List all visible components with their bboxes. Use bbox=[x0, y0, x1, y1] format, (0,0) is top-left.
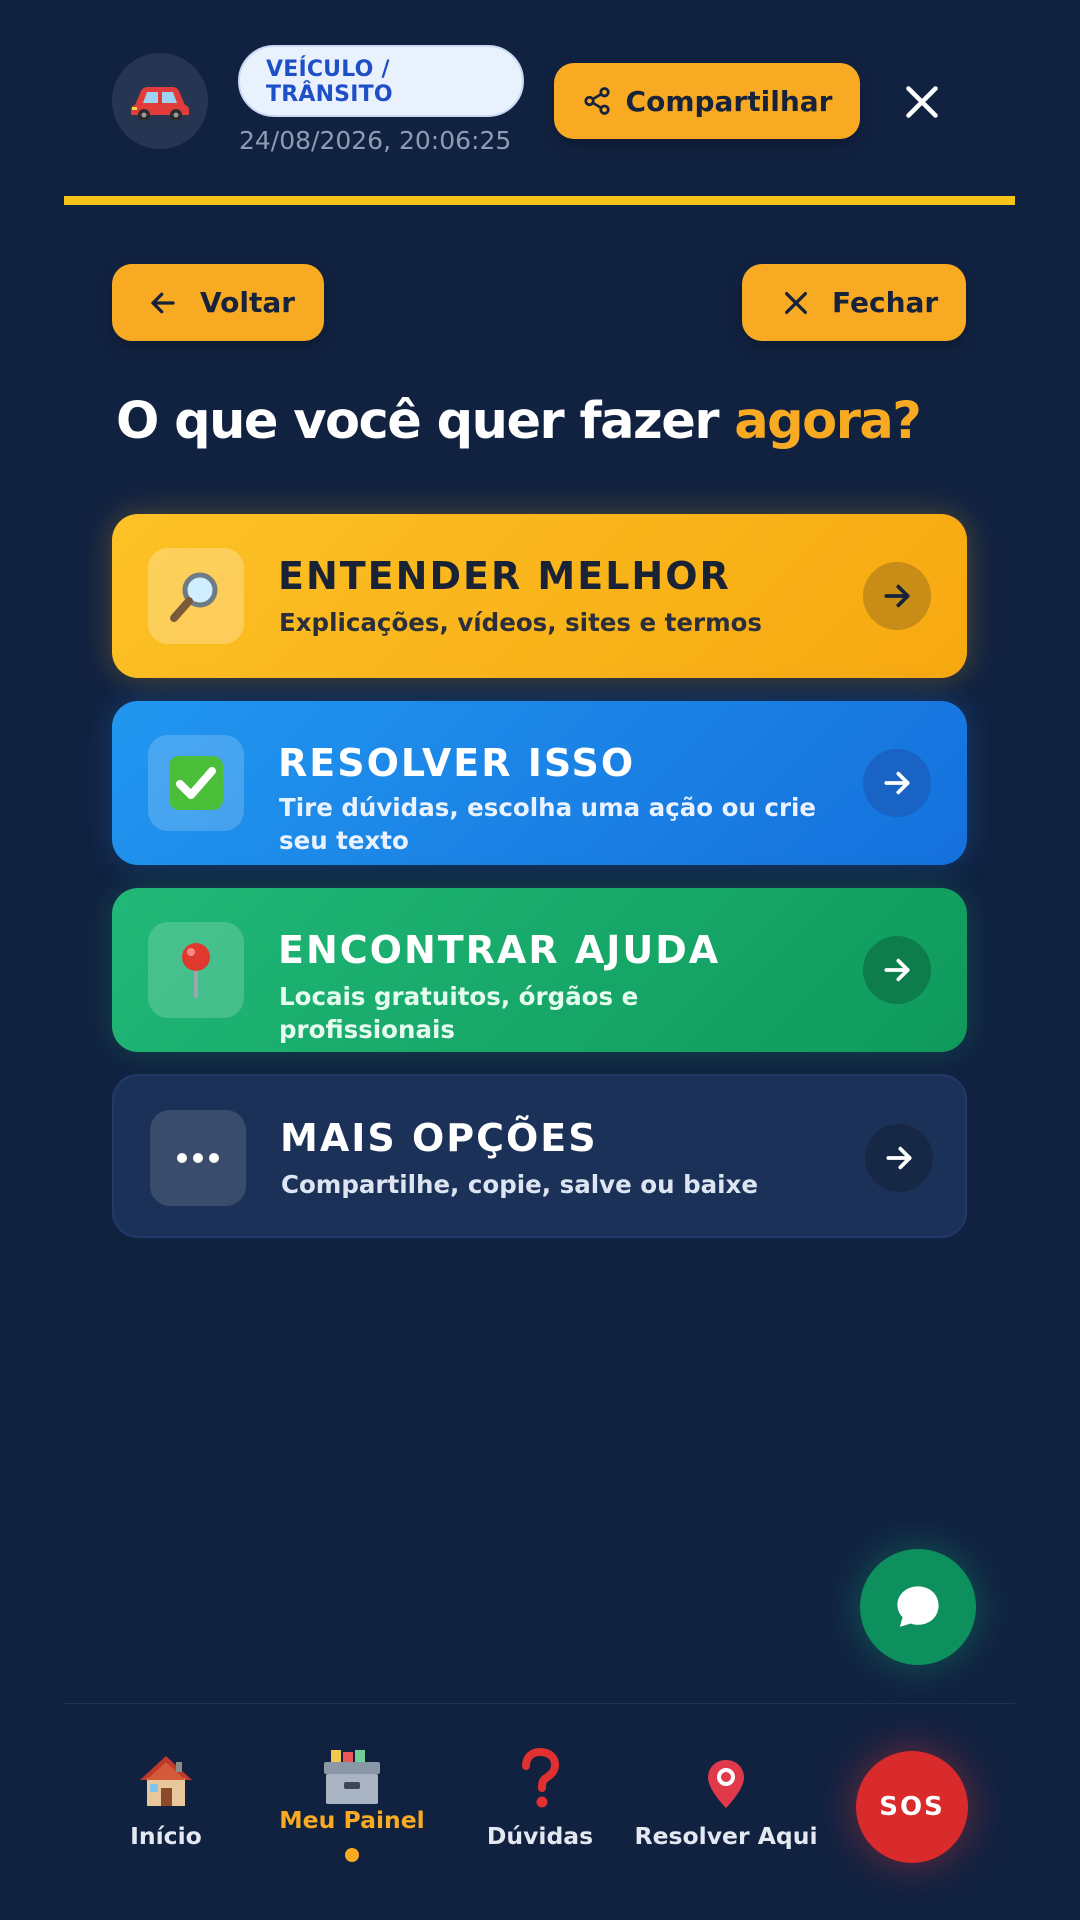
nav-label: Meu Painel bbox=[279, 1806, 425, 1834]
share-icon bbox=[583, 87, 610, 115]
option-find-help[interactable]: ENCONTRAR AJUDA Locais gratuitos, órgãos… bbox=[112, 888, 967, 1052]
page-title: O que você quer fazer agora? bbox=[116, 392, 922, 451]
nav-home[interactable]: Início bbox=[106, 1740, 226, 1870]
page-title-main: O que você quer fazer bbox=[116, 392, 735, 451]
option-understand-better[interactable]: ENTENDER MELHOR Explicações, vídeos, sit… bbox=[112, 514, 967, 678]
category-avatar bbox=[112, 53, 208, 149]
option-subtitle: Compartilhe, copie, salve ou baixe bbox=[281, 1170, 758, 1199]
magnifying-glass-icon bbox=[170, 572, 218, 622]
pin-icon bbox=[182, 943, 210, 998]
back-button-label: Voltar bbox=[200, 286, 296, 319]
option-icon-box bbox=[150, 1110, 246, 1206]
option-more-options[interactable]: MAIS OPÇÕES Compartilhe, copie, salve ou… bbox=[112, 1074, 967, 1238]
arrow-right-icon bbox=[865, 1124, 933, 1192]
option-subtitle: Locais gratuitos, órgãos e profissionais bbox=[279, 982, 639, 1044]
close-icon[interactable] bbox=[904, 84, 940, 120]
header-divider bbox=[64, 196, 1015, 205]
card-file-box-icon bbox=[324, 1750, 380, 1804]
back-button[interactable]: Voltar bbox=[112, 264, 324, 341]
close-icon bbox=[785, 291, 807, 314]
arrow-right-icon bbox=[863, 749, 931, 817]
option-subtitle: Tire dúvidas, escolha uma ação ou crie s… bbox=[279, 793, 817, 855]
nav-label: Dúvidas bbox=[486, 1822, 594, 1850]
option-subtitle: Explicações, vídeos, sites e termos bbox=[279, 608, 763, 637]
header: VEÍCULO / TRÂNSITO 24/08/2026, 20:06:25 … bbox=[0, 0, 1080, 210]
car-icon bbox=[131, 87, 189, 121]
chat-bubble-icon bbox=[897, 1586, 939, 1627]
option-icon-box bbox=[148, 922, 244, 1018]
nav-my-panel[interactable]: Meu Painel bbox=[272, 1740, 432, 1870]
close-button[interactable]: Fechar bbox=[742, 264, 966, 341]
arrow-right-icon bbox=[863, 562, 931, 630]
option-title: MAIS OPÇÕES bbox=[280, 1116, 598, 1160]
share-button-label: Compartilhar bbox=[625, 84, 833, 118]
option-title: RESOLVER ISSO bbox=[278, 741, 636, 785]
more-dots-icon bbox=[177, 1153, 219, 1163]
bottom-nav-divider bbox=[64, 1703, 1015, 1704]
nav-doubts[interactable]: Dúvidas bbox=[480, 1740, 600, 1870]
question-mark-icon bbox=[522, 1748, 560, 1808]
arrow-right-icon bbox=[863, 936, 931, 1004]
page-title-accent: agora? bbox=[734, 392, 922, 451]
option-icon-box bbox=[148, 548, 244, 644]
timestamp: 24/08/2026, 20:06:25 bbox=[239, 126, 512, 155]
check-mark-icon bbox=[169, 756, 223, 810]
option-title: ENTENDER MELHOR bbox=[278, 554, 731, 598]
arrow-left-icon bbox=[151, 292, 175, 313]
nav-label: Resolver Aqui bbox=[634, 1822, 818, 1850]
house-icon bbox=[140, 1756, 192, 1806]
nav-label: Início bbox=[130, 1822, 202, 1850]
chat-button[interactable] bbox=[860, 1549, 976, 1665]
option-icon-box bbox=[148, 735, 244, 831]
nav-resolve-here[interactable]: Resolver Aqui bbox=[634, 1740, 818, 1870]
share-button[interactable]: Compartilhar bbox=[554, 63, 860, 139]
option-title: ENCONTRAR AJUDA bbox=[278, 928, 721, 972]
close-button-label: Fechar bbox=[832, 286, 939, 319]
sos-button[interactable]: SOS bbox=[856, 1751, 968, 1863]
active-indicator bbox=[345, 1848, 359, 1862]
category-badge: VEÍCULO / TRÂNSITO bbox=[238, 45, 524, 117]
option-resolve-this[interactable]: RESOLVER ISSO Tire dúvidas, escolha uma … bbox=[112, 701, 967, 865]
location-pin-icon bbox=[708, 1760, 744, 1808]
